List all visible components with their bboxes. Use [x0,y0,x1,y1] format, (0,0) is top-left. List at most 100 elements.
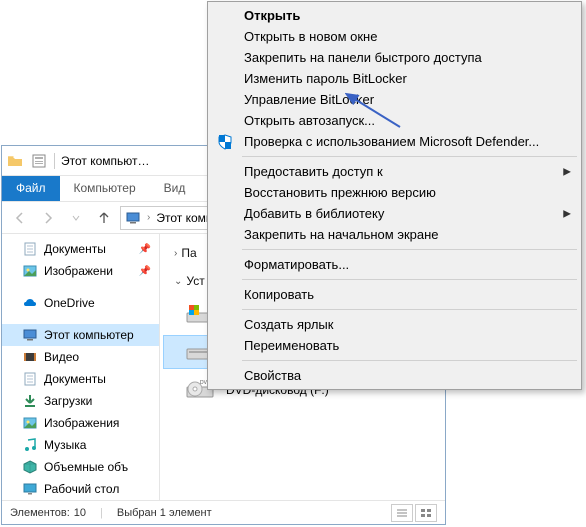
sidebar-item-label: Документы [44,372,106,386]
context-menu-item[interactable]: Закрепить на начальном экране [210,224,579,245]
sidebar-item-videos[interactable]: Видео [2,346,159,368]
addressbar-crumb[interactable]: Этот комп [156,211,212,225]
sidebar-item-3d[interactable]: Объемные объ [2,456,159,478]
nav-back-icon[interactable] [8,206,32,230]
pin-icon: 📌 [139,266,151,277]
context-menu-separator [242,156,577,157]
context-menu-item-label: Закрепить на начальном экране [244,227,439,242]
context-menu-item[interactable]: Открыть автозапуск... [210,110,579,131]
context-menu-item[interactable]: Форматировать... [210,254,579,275]
documents-icon [22,371,38,387]
tab-computer[interactable]: Компьютер [60,176,150,201]
documents-icon [22,241,38,257]
context-menu-item-label: Управление BitLocker [244,92,374,107]
context-menu-item[interactable]: Закрепить на панели быстрого доступа [210,47,579,68]
context-menu-item-label: Копировать [244,287,314,302]
status-selection: Выбран 1 элемент [117,507,212,519]
pictures-icon [22,263,38,279]
pc-icon [125,210,141,226]
sidebar: Документы 📌 Изображени 📌 OneDrive Этот компью… [2,234,160,500]
context-menu-item[interactable]: Предоставить доступ к ▶ [210,161,579,182]
context-menu-item-label: Закрепить на панели быстрого доступа [244,50,482,65]
context-menu-item[interactable]: Открыть [210,5,579,26]
shield-icon [216,133,234,151]
chevron-right-icon: ▶ [563,208,571,219]
sidebar-item-desktop[interactable]: Рабочий стол [2,478,159,500]
context-menu-item-label: Восстановить прежнюю версию [244,185,436,200]
context-menu-item-label: Создать ярлык [244,317,333,332]
context-menu-item[interactable]: Восстановить прежнюю версию [210,182,579,203]
separator: | [100,507,103,519]
pin-icon: 📌 [139,244,151,255]
nav-up-icon[interactable] [92,206,116,230]
chevron-right-icon: › [147,212,150,223]
context-menu-item[interactable]: Открыть в новом окне [210,26,579,47]
context-menu-separator [242,249,577,250]
context-menu-item-label: Открыть [244,8,300,23]
context-menu-item[interactable]: Создать ярлык [210,314,579,335]
group-label: Па [181,246,196,260]
sidebar-item-music[interactable]: Музыка [2,434,159,456]
sidebar-item-onedrive[interactable]: OneDrive [2,292,159,314]
sidebar-item-label: Изображени [44,264,113,278]
sidebar-item-documents[interactable]: Документы 📌 [2,238,159,260]
context-menu-item[interactable]: Изменить пароль BitLocker [210,68,579,89]
sidebar-item-downloads[interactable]: Загрузки [2,390,159,412]
context-menu-item-label: Проверка с использованием Microsoft Defe… [244,134,539,149]
view-icons-button[interactable] [415,504,437,522]
sidebar-item-label: Видео [44,350,79,364]
sidebar-item-label: Объемные объ [44,460,128,474]
context-menu-item-label: Предоставить доступ к [244,164,383,179]
view-details-button[interactable] [391,504,413,522]
sidebar-item-label: Этот компьютер [44,328,134,342]
chevron-down-icon: ⌄ [174,276,182,287]
sidebar-item-pictures[interactable]: Изображения [2,412,159,434]
context-menu-item[interactable]: Свойства [210,365,579,386]
pc-icon [22,327,38,343]
tab-view[interactable]: Вид [150,176,200,201]
context-menu-item[interactable]: Переименовать [210,335,579,356]
window-title: Этот компьют… [61,154,150,168]
context-menu-separator [242,360,577,361]
sidebar-item-label: Загрузки [44,394,92,408]
context-menu-item[interactable]: Управление BitLocker [210,89,579,110]
context-menu-item[interactable]: Копировать [210,284,579,305]
tab-file[interactable]: Файл [2,176,60,201]
group-label: Уст [186,274,204,288]
onedrive-icon [22,295,38,311]
chevron-right-icon: › [174,248,177,259]
sidebar-item-label: Документы [44,242,106,256]
desktop-icon [22,481,38,497]
separator [54,153,55,169]
downloads-icon [22,393,38,409]
sidebar-item-label: Изображения [44,416,119,430]
3d-icon [22,459,38,475]
context-menu-item[interactable]: Проверка с использованием Microsoft Defe… [210,131,579,152]
status-count-label: Элементов: [10,507,70,519]
status-count: 10 [74,507,86,519]
sidebar-item-pictures[interactable]: Изображени 📌 [2,260,159,282]
sidebar-item-pc[interactable]: Этот компьютер [2,324,159,346]
context-menu-item-label: Форматировать... [244,257,349,272]
context-menu-separator [242,279,577,280]
nav-forward-icon[interactable] [36,206,60,230]
music-icon [22,437,38,453]
sidebar-item-label: Музыка [44,438,86,452]
nav-recent-dropdown-icon[interactable] [64,206,88,230]
context-menu-item-label: Свойства [244,368,301,383]
chevron-right-icon: ▶ [563,166,571,177]
context-menu-item-label: Переименовать [244,338,339,353]
pictures-icon [22,415,38,431]
context-menu-item-label: Изменить пароль BitLocker [244,71,407,86]
context-menu: Открыть Открыть в новом окне Закрепить на … [207,1,582,390]
folder-icon [6,152,24,170]
sidebar-item-label: Рабочий стол [44,482,119,496]
sidebar-item-label: OneDrive [44,296,95,310]
videos-icon [22,349,38,365]
sidebar-item-documents[interactable]: Документы [2,368,159,390]
context-menu-item-label: Открыть в новом окне [244,29,377,44]
qat-properties-icon[interactable] [30,152,48,170]
statusbar: Элементов: 10 | Выбран 1 элемент [2,500,445,524]
context-menu-item[interactable]: Добавить в библиотеку ▶ [210,203,579,224]
context-menu-item-label: Добавить в библиотеку [244,206,384,221]
